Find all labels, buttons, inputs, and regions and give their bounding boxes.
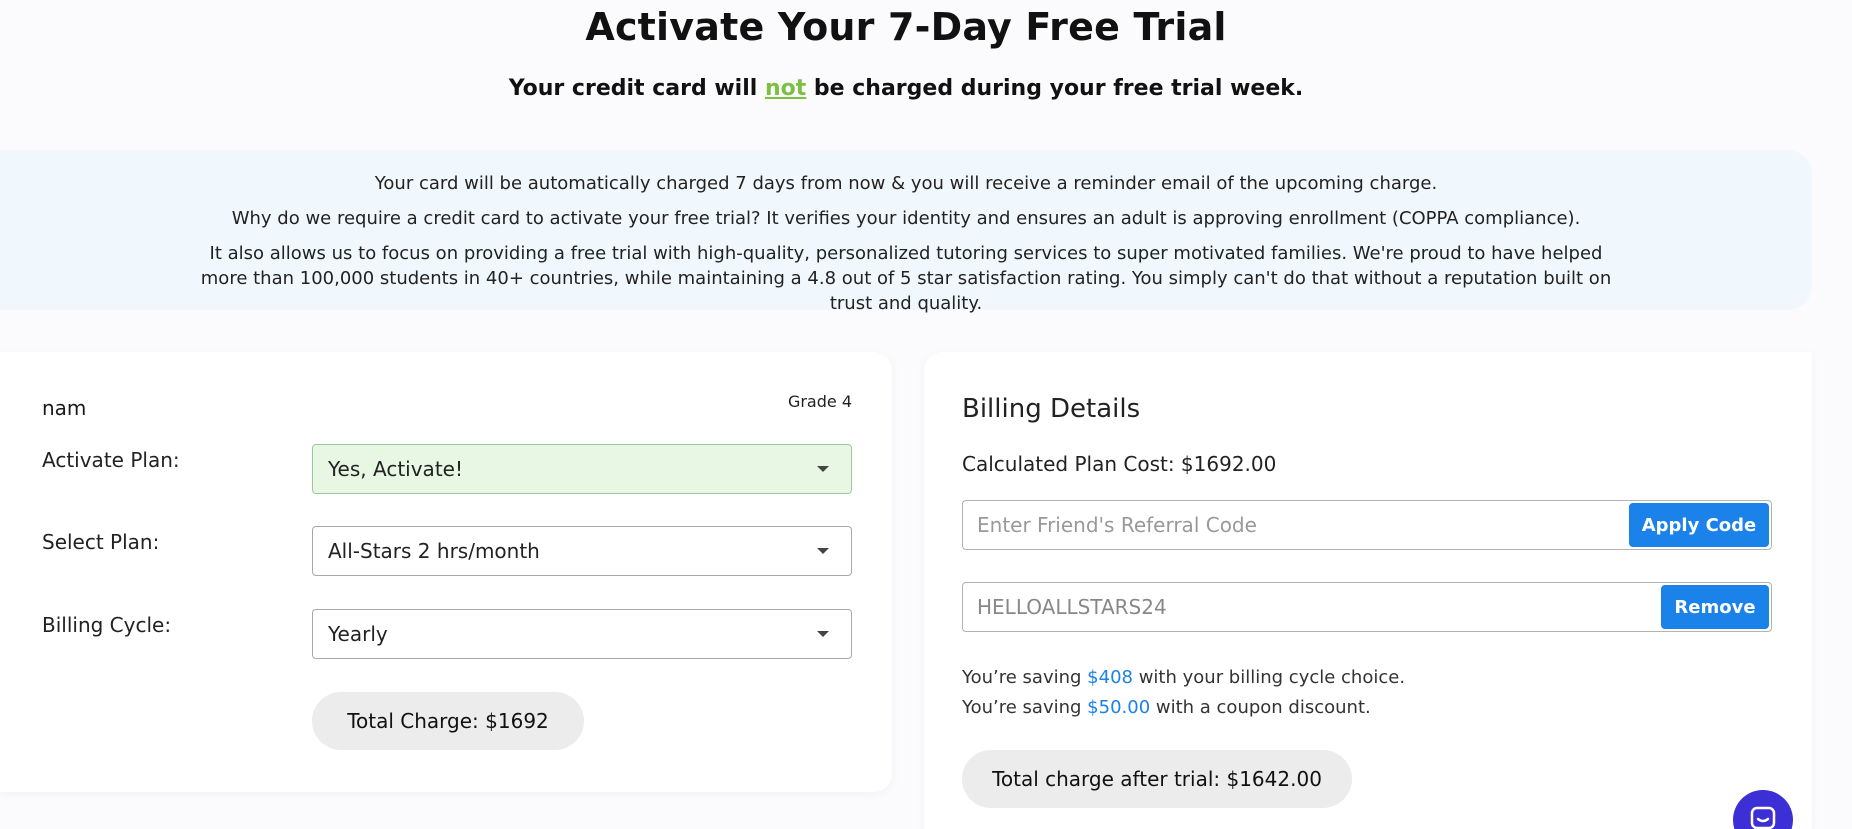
apply-code-button[interactable]: Apply Code <box>1629 503 1769 547</box>
coupon-saving: You’re saving $50.00 with a coupon disco… <box>962 697 1371 718</box>
coupon-code-group: Remove <box>962 582 1772 632</box>
saving-text: You’re saving <box>962 697 1088 718</box>
student-grade: Grade 4 <box>787 392 852 411</box>
billing-cycle-label: Billing Cycle: <box>42 613 172 637</box>
calculated-plan-cost: Calculated Plan Cost: $1692.00 <box>962 452 1277 476</box>
referral-code-group: Apply Code <box>962 500 1772 550</box>
caret-down-icon <box>817 466 829 472</box>
student-name: nam <box>42 396 87 420</box>
billing-cycle-value: Yearly <box>328 622 388 646</box>
trial-activation-page: Activate Your 7-Day Free Trial Your cred… <box>0 0 1852 829</box>
activate-plan-value: Yes, Activate! <box>328 457 463 481</box>
saving-amount: $50.00 <box>1087 697 1151 718</box>
info-line-why-card: Why do we require a credit card to activ… <box>231 208 1581 229</box>
chat-icon <box>1750 806 1776 829</box>
student-plan-card: nam Grade 4 Activate Plan: Yes, Activate… <box>0 352 892 792</box>
billing-cycle-select[interactable]: Yearly <box>312 609 852 659</box>
total-after-trial-badge: Total charge after trial: $1642.00 <box>962 750 1352 808</box>
activate-plan-select[interactable]: Yes, Activate! <box>312 444 852 494</box>
activate-plan-label: Activate Plan: <box>42 448 180 472</box>
remove-coupon-button[interactable]: Remove <box>1661 585 1769 629</box>
trial-info-banner: Your card will be automatically charged … <box>0 150 1812 314</box>
select-plan-value: All-Stars 2 hrs/month <box>328 539 540 563</box>
saving-amount: $408 <box>1087 667 1133 688</box>
caret-down-icon <box>817 631 829 637</box>
caret-down-icon <box>817 548 829 554</box>
saving-text: You’re saving <box>962 667 1088 688</box>
page-subtitle: Your credit card will not be charged dur… <box>0 76 1812 101</box>
billing-cycle-saving: You’re saving $408 with your billing cyc… <box>962 667 1405 688</box>
saving-text: with your billing cycle choice. <box>1132 667 1406 688</box>
subtitle-emphasis: not <box>764 76 807 101</box>
referral-code-input[interactable] <box>977 501 1577 549</box>
coupon-code-input[interactable] <box>977 583 1577 631</box>
subtitle-text-end: be charged during your free trial week. <box>806 76 1304 101</box>
billing-details-card: Billing Details Calculated Plan Cost: $1… <box>924 352 1812 829</box>
info-line-reputation: It also allows us to focus on providing … <box>200 243 1612 314</box>
page-title: Activate Your 7-Day Free Trial <box>585 5 1227 49</box>
select-plan-select[interactable]: All-Stars 2 hrs/month <box>312 526 852 576</box>
subtitle-text-start: Your credit card will <box>508 76 765 101</box>
total-charge-badge: Total Charge: $1692 <box>312 692 584 750</box>
select-plan-label: Select Plan: <box>42 530 160 554</box>
info-line-charge: Your card will be automatically charged … <box>374 173 1438 194</box>
billing-title: Billing Details <box>962 394 1141 424</box>
saving-text: with a coupon discount. <box>1150 697 1371 718</box>
